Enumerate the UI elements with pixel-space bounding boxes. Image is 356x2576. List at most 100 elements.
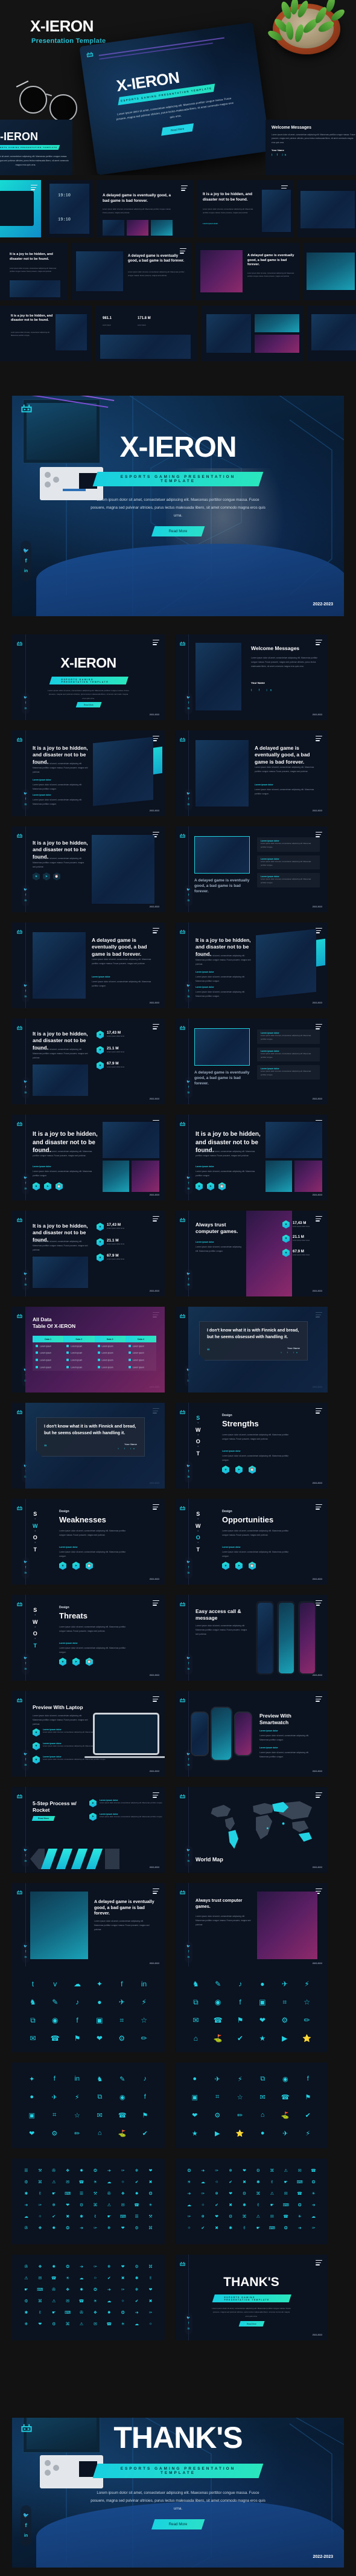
social-row[interactable]: t f in bbox=[251, 689, 275, 692]
icon-34[interactable]: ✉ bbox=[61, 2295, 75, 2307]
icon-53[interactable]: ✹ bbox=[47, 2222, 61, 2233]
read-more-button[interactable]: Read More bbox=[75, 702, 101, 707]
icon-25[interactable]: ✹ bbox=[75, 2284, 89, 2295]
slide-card[interactable]: 🐦 f in 2022-2023 S • W • O • T Design Opportuniti… bbox=[175, 1499, 328, 1585]
slide-card[interactable]: 🐦 f in 2022-2023 It is a joy to be hidden, … bbox=[12, 826, 165, 912]
list-item[interactable]: Lorem ipsum dolor Lorem ipsum dolor sit … bbox=[257, 855, 320, 870]
linkedin-icon[interactable]: in bbox=[22, 994, 30, 1000]
facebook-icon[interactable]: f bbox=[22, 1950, 30, 1955]
hero-banner-slide[interactable]: X-IERON ESPORTS GAMING PRESENTATION TEMP… bbox=[12, 396, 344, 616]
icon-57[interactable]: ☎ bbox=[102, 2318, 116, 2330]
icon-9[interactable]: f bbox=[229, 1993, 252, 2011]
icon-27[interactable]: ✇ bbox=[102, 2188, 116, 2199]
twitter-icon[interactable]: 🐦 bbox=[185, 1656, 192, 1661]
facebook-icon[interactable]: f bbox=[185, 1853, 192, 1859]
icon-58[interactable]: ❤ bbox=[116, 2222, 130, 2233]
mosaic-slide-edge[interactable] bbox=[297, 180, 356, 237]
icon-39[interactable]: ✔ bbox=[130, 2295, 144, 2307]
hamburger-menu-icon[interactable] bbox=[153, 640, 159, 646]
icon-36[interactable]: ✌ bbox=[251, 2199, 265, 2211]
icon-17[interactable]: ✌ bbox=[265, 2176, 279, 2188]
icon-9[interactable]: ♪ bbox=[66, 1993, 89, 2011]
icon-51[interactable]: ✇ bbox=[19, 2222, 33, 2233]
icon-46[interactable]: ✌ bbox=[88, 2211, 102, 2222]
slide-card[interactable]: 🐦fin2022-2023 All DataTable Of X-IERON D… bbox=[12, 1307, 165, 1393]
twitter-icon[interactable]: 🐦 bbox=[22, 1944, 30, 1950]
icon-3[interactable]: ✇ bbox=[47, 2165, 61, 2176]
icon-13[interactable]: ⧉ bbox=[22, 2011, 44, 2029]
icon-41[interactable]: ✱ bbox=[19, 2307, 33, 2318]
icon-16[interactable]: ▣ bbox=[88, 2011, 110, 2029]
icon-16[interactable]: ✱ bbox=[251, 2176, 265, 2188]
facebook-icon[interactable]: f bbox=[22, 701, 30, 706]
mosaic-slide-gallery[interactable] bbox=[202, 306, 304, 361]
icon-3[interactable]: ♪ bbox=[229, 1975, 252, 1993]
slide-card[interactable]: 🐦 f in 2022-2023 World Map bbox=[175, 1787, 328, 1873]
icon-44[interactable]: ✖ bbox=[61, 2211, 75, 2222]
icon-39[interactable]: ❂ bbox=[293, 2199, 307, 2211]
slide-card[interactable]: 🐦 f in 2022-2023 5-Step Process w/ Rocket R… bbox=[12, 1787, 165, 1873]
facebook-icon[interactable]: f bbox=[185, 1469, 192, 1475]
icon-12[interactable]: ⚑ bbox=[297, 2088, 320, 2106]
icon-6[interactable]: f bbox=[297, 2070, 320, 2088]
hamburger-menu-icon[interactable] bbox=[316, 1216, 322, 1223]
facebook-icon[interactable]: f bbox=[185, 893, 192, 898]
slide-card[interactable]: 🐦 f in 2022-2023 It is a joy to be hidden, … bbox=[175, 923, 328, 1008]
mosaic-slide-delayed-2[interactable]: A delayed game is eventually good, a bad… bbox=[71, 243, 192, 300]
icon-17[interactable]: ☎ bbox=[111, 2106, 134, 2124]
checkbox-icon[interactable] bbox=[97, 1365, 100, 1368]
icon-44[interactable]: ⚙ bbox=[224, 2211, 238, 2222]
slide-card[interactable]: 🐦 f in 2022-2023 It is a joy to be hidden, … bbox=[12, 1211, 165, 1296]
icon-37[interactable]: ☛ bbox=[265, 2199, 279, 2211]
icon-9[interactable]: ⚡ bbox=[66, 2088, 89, 2106]
icon-32[interactable]: ✑ bbox=[33, 2199, 47, 2211]
facebook-icon[interactable]: f bbox=[185, 989, 192, 994]
linkedin-icon[interactable]: in bbox=[185, 2326, 192, 2332]
mosaic-slide-joy-3[interactable]: It is a joy to be hidden, and disaster n… bbox=[0, 306, 92, 361]
icon-49[interactable]: ☰ bbox=[130, 2211, 144, 2222]
linkedin-icon[interactable]: in bbox=[22, 706, 30, 712]
facebook-icon[interactable]: f bbox=[22, 1853, 30, 1859]
icon-1[interactable]: t bbox=[22, 1975, 44, 1993]
swot-letter-o[interactable]: O bbox=[33, 1631, 37, 1637]
twitter-icon[interactable]: 🐦 bbox=[22, 1656, 30, 1661]
facebook-icon[interactable]: f bbox=[185, 1565, 192, 1571]
icon-23[interactable]: ▶ bbox=[273, 2029, 296, 2047]
twitter-icon[interactable]: 🐦 bbox=[22, 887, 30, 893]
hamburger-menu-icon[interactable] bbox=[316, 1408, 322, 1415]
icon-8[interactable]: ❤ bbox=[116, 2261, 130, 2272]
icon-7[interactable]: ● bbox=[21, 2088, 43, 2106]
icon-23[interactable]: ❄ bbox=[210, 2188, 224, 2199]
swot-letter-t[interactable]: T bbox=[197, 1451, 200, 1457]
hamburger-menu-icon[interactable] bbox=[153, 1216, 159, 1223]
icon-11[interactable]: ✈ bbox=[110, 1993, 133, 2011]
load-more-button[interactable]: Read More bbox=[31, 1816, 56, 1821]
facebook-icon[interactable]: f bbox=[22, 797, 30, 802]
shield-icon[interactable]: ★ bbox=[195, 1182, 203, 1191]
swot-letter-w[interactable]: W bbox=[195, 1427, 201, 1433]
icon-6[interactable]: ⚙ bbox=[251, 2165, 265, 2176]
icon-28[interactable]: ✉ bbox=[279, 2188, 293, 2199]
mosaic-slide-joy[interactable]: It is a joy to be hidden, and disaster n… bbox=[197, 180, 293, 237]
shield-icon[interactable]: ★ bbox=[59, 1562, 66, 1570]
icon-8[interactable]: ◉ bbox=[207, 1993, 229, 2011]
icon-11[interactable]: ☎ bbox=[274, 2088, 297, 2106]
icon-32[interactable]: ☼ bbox=[196, 2199, 210, 2211]
icon-22[interactable]: ⌂ bbox=[89, 2124, 112, 2142]
icon-33[interactable]: ✔ bbox=[210, 2199, 224, 2211]
read-more-button[interactable]: Read More bbox=[238, 2321, 264, 2326]
icon-54[interactable]: ❂ bbox=[61, 2222, 75, 2233]
icon-6[interactable]: in bbox=[133, 1975, 155, 1993]
icon-23[interactable]: ✈ bbox=[274, 2124, 297, 2142]
icon-24[interactable]: ❤ bbox=[224, 2188, 238, 2199]
icon-22[interactable]: ❤ bbox=[88, 2029, 110, 2047]
icon-8[interactable]: ✎ bbox=[44, 1993, 66, 2011]
hamburger-menu-icon[interactable] bbox=[153, 1600, 159, 1607]
twitter-icon[interactable]: 🐦 bbox=[185, 1464, 192, 1469]
icon-9[interactable]: ☆ bbox=[229, 2088, 252, 2106]
facebook-icon[interactable]: f bbox=[22, 893, 30, 898]
icon-60[interactable]: ✑ bbox=[307, 2222, 320, 2233]
clock-icon[interactable]: ⏰ bbox=[86, 1658, 93, 1666]
linkedin-icon[interactable]: in bbox=[185, 1955, 192, 1960]
icon-50[interactable]: ⚒ bbox=[144, 2211, 157, 2222]
